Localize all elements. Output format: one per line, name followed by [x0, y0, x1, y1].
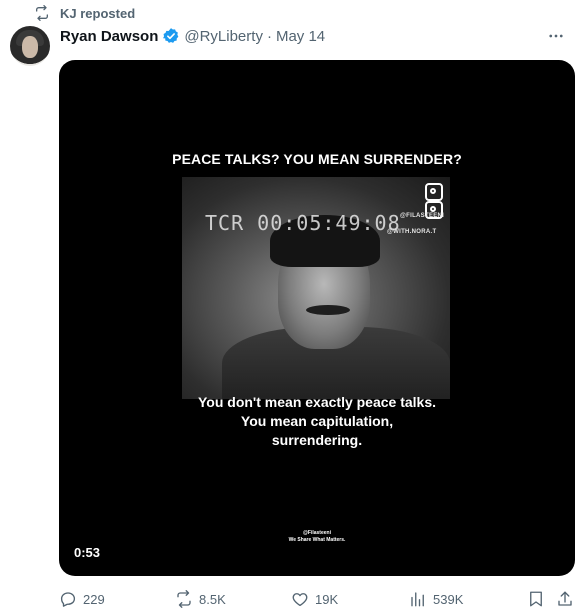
- subtitle-line: You mean capitulation,: [240, 413, 394, 429]
- reply-count: 229: [83, 591, 105, 607]
- retweet-icon: [177, 590, 191, 608]
- watermark-tag: @WITH.NORA.T: [387, 229, 437, 235]
- video-frame: TCR 00:05:49:08 @FILASTEENI @WITH.NORA.T: [182, 177, 450, 399]
- tweet-actions: 229 8.5K 19K 539K: [59, 588, 575, 610]
- retweet-icon: [36, 5, 48, 21]
- share-icon: [558, 591, 572, 606]
- bookmark-button[interactable]: [527, 590, 545, 608]
- bookmark-icon: [530, 591, 542, 607]
- views-count: 539K: [433, 591, 464, 607]
- like-button[interactable]: 19K: [291, 590, 338, 608]
- share-button[interactable]: [556, 590, 574, 608]
- repost-indicator[interactable]: KJ reposted: [34, 4, 135, 22]
- avatar[interactable]: [10, 26, 50, 66]
- video-timecode: TCR 00:05:49:08: [205, 211, 401, 235]
- author-handle[interactable]: @RyLiberty: [184, 28, 263, 45]
- separator-dot: ·: [266, 27, 272, 45]
- video-player[interactable]: PEACE TALKS? YOU MEAN SURRENDER? TCR 00:…: [59, 60, 575, 576]
- reply-icon: [60, 592, 76, 607]
- verified-badge-icon[interactable]: [162, 27, 180, 45]
- tweet-header: Ryan Dawson @RyLiberty · May 14: [60, 26, 325, 46]
- tweet-date[interactable]: May 14: [276, 28, 325, 45]
- subtitle-line: surrendering.: [271, 432, 363, 448]
- video-title-caption: PEACE TALKS? YOU MEAN SURRENDER?: [172, 151, 462, 167]
- views-chart-icon: [411, 592, 424, 607]
- reply-button[interactable]: 229: [59, 590, 105, 608]
- author-name[interactable]: Ryan Dawson: [60, 28, 158, 45]
- views-button[interactable]: 539K: [409, 590, 463, 608]
- more-dots-icon: [549, 34, 563, 38]
- repost-label: KJ reposted: [60, 5, 136, 21]
- heart-icon: [292, 593, 308, 607]
- video-figure-mustache: [306, 305, 350, 315]
- repost-count: 8.5K: [199, 591, 226, 607]
- more-options-button[interactable]: [545, 26, 567, 46]
- watermark-line: We Share What Matters.: [288, 537, 346, 543]
- video-watermark: @Filasteeni We Share What Matters.: [59, 530, 575, 544]
- watermark-line: @Filasteeni: [303, 530, 331, 536]
- instagram-icon: [425, 183, 443, 201]
- watermark-tag: @FILASTEENI: [400, 213, 445, 219]
- like-count: 19K: [315, 591, 339, 607]
- subtitle-line: You don't mean exactly peace talks.: [197, 394, 437, 410]
- video-subtitles: You don't mean exactly peace talks. You …: [59, 393, 575, 450]
- video-duration: 0:53: [74, 545, 101, 560]
- repost-button[interactable]: 8.5K: [175, 590, 226, 608]
